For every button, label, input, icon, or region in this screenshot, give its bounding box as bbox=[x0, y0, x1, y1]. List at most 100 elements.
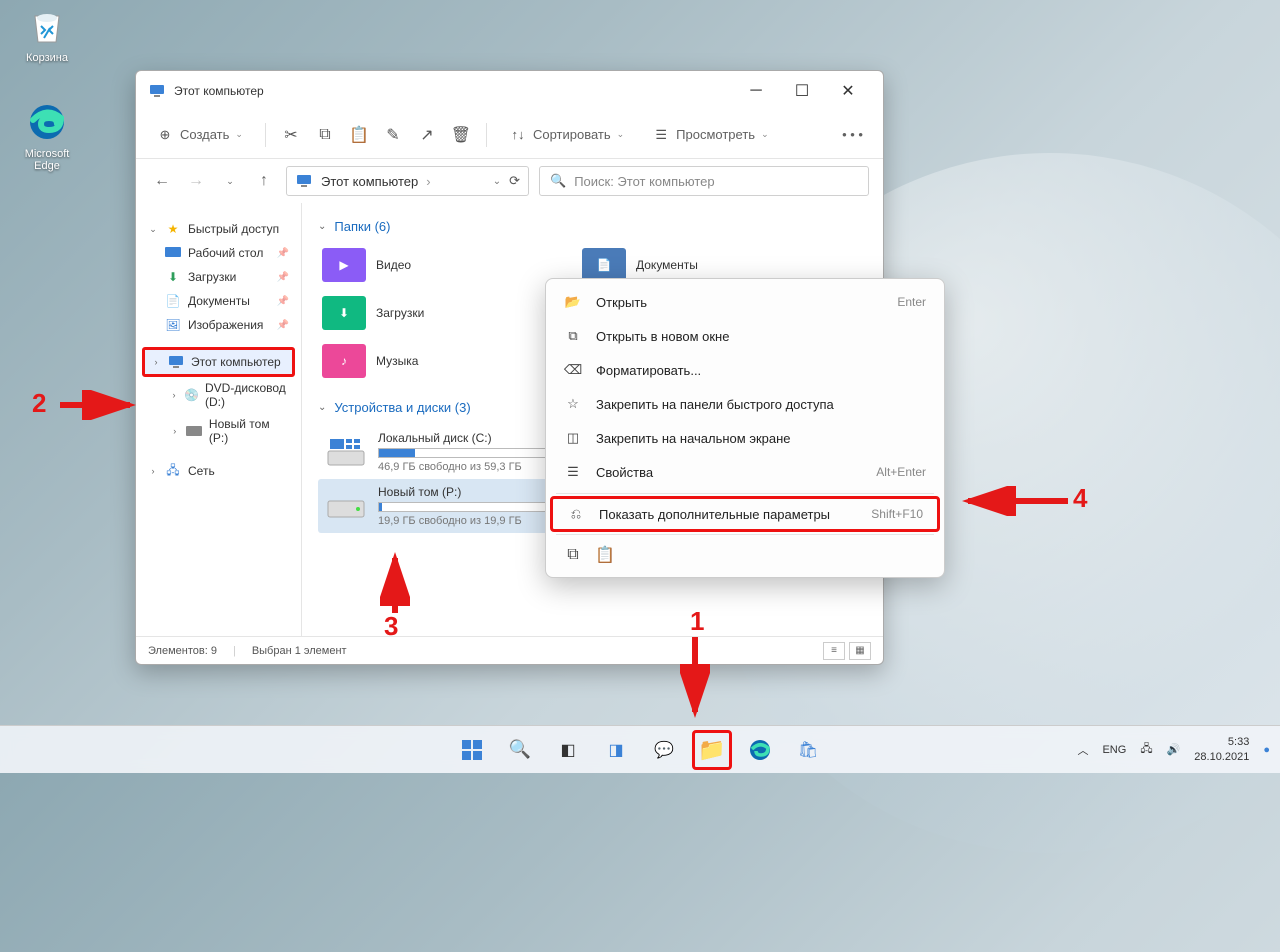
start-button[interactable] bbox=[452, 730, 492, 770]
sidebar-item-dvd[interactable]: › 💿 DVD-дисковод (D:) bbox=[142, 377, 295, 413]
pin-icon: ☆ bbox=[564, 396, 582, 412]
ctx-format[interactable]: ⌫ Форматировать... bbox=[546, 353, 944, 387]
downloads-folder-icon: ⬇ bbox=[322, 296, 366, 330]
more-options-icon: ⎌ bbox=[567, 506, 585, 522]
ctx-open-new-window[interactable]: ⧉ Открыть в новом окне bbox=[546, 319, 944, 353]
create-button[interactable]: ⊕ Создать ⌄ bbox=[150, 122, 249, 148]
sidebar-item-documents[interactable]: 📄 Документы📌 bbox=[142, 289, 295, 313]
annotation-4-number: 4 bbox=[1073, 483, 1087, 514]
annotation-2-arrow bbox=[55, 390, 140, 420]
annotation-1-number: 1 bbox=[690, 606, 704, 637]
share-icon[interactable]: ↗ bbox=[418, 126, 436, 144]
refresh-icon[interactable]: ⟳ bbox=[509, 173, 520, 189]
cut-icon[interactable]: ✂ bbox=[282, 126, 300, 144]
tray-notifications-icon[interactable]: ● bbox=[1263, 744, 1270, 756]
tray-network-icon[interactable]: 🖧 bbox=[1140, 740, 1152, 759]
chevron-down-icon: ⌄ bbox=[148, 224, 158, 235]
videos-folder-icon: ▶ bbox=[322, 248, 366, 282]
sidebar-item-desktop[interactable]: Рабочий стол📌 bbox=[142, 241, 295, 265]
folder-downloads[interactable]: ⬇ Загрузки bbox=[318, 292, 538, 334]
task-view-button[interactable]: ◧ bbox=[548, 730, 588, 770]
address-bar[interactable]: Этот компьютер › ⌄ ⟳ bbox=[286, 166, 529, 196]
pin-icon: 📌 bbox=[277, 320, 289, 331]
paste-icon[interactable]: 📋 bbox=[350, 126, 368, 144]
details-view-button[interactable]: ≡ bbox=[823, 642, 845, 660]
widgets-button[interactable]: ◨ bbox=[596, 730, 636, 770]
drive-p[interactable]: Новый том (P:) 19,9 ГБ свободно из 19,9 … bbox=[318, 479, 558, 533]
forward-button[interactable]: → bbox=[184, 172, 208, 190]
sidebar-item-new-volume[interactable]: › Новый том (P:) bbox=[142, 413, 295, 449]
ctx-separator bbox=[556, 534, 934, 535]
toolbar: ⊕ Создать ⌄ ✂ ⧉ 📋 ✎ ↗ 🗑 ↑↓ Сортировать ⌄… bbox=[136, 111, 883, 159]
drive-icon bbox=[186, 423, 203, 439]
store-taskbar-button[interactable]: 🛍 bbox=[788, 730, 828, 770]
tray-language[interactable]: ENG bbox=[1102, 744, 1126, 756]
plus-circle-icon: ⊕ bbox=[156, 126, 174, 144]
recycle-bin[interactable]: Корзина bbox=[12, 4, 82, 64]
annotation-2-number: 2 bbox=[32, 388, 46, 419]
more-button[interactable]: • • • bbox=[836, 123, 869, 146]
sidebar-item-pictures[interactable]: 🖼 Изображения📌 bbox=[142, 313, 295, 337]
taskbar: 🔍 ◧ ◨ 💬 📁 🛍 ︿ ENG 🖧 🔊 5:33 28.10.2021 ● bbox=[0, 725, 1280, 773]
drive-p-icon bbox=[324, 489, 368, 523]
ctx-pin-quick-access[interactable]: ☆ Закрепить на панели быстрого доступа bbox=[546, 387, 944, 421]
folders-section-header[interactable]: ⌄ Папки (6) bbox=[318, 219, 867, 234]
minimize-button[interactable]: ─ bbox=[733, 76, 779, 106]
sidebar-item-downloads[interactable]: ⬇ Загрузки📌 bbox=[142, 265, 295, 289]
desktop-icon bbox=[164, 245, 182, 261]
sidebar-item-this-pc[interactable]: › Этот компьютер bbox=[142, 347, 295, 377]
recent-button[interactable]: ⌄ bbox=[218, 176, 242, 187]
explorer-taskbar-button[interactable]: 📁 bbox=[692, 730, 732, 770]
tray-clock[interactable]: 5:33 28.10.2021 bbox=[1194, 735, 1249, 764]
chat-icon: 💬 bbox=[654, 740, 674, 760]
titlebar[interactable]: Этот компьютер ─ ☐ ✕ bbox=[136, 71, 883, 111]
search-button[interactable]: 🔍 bbox=[500, 730, 540, 770]
sidebar: ⌄ ★ Быстрый доступ Рабочий стол📌 ⬇ Загру… bbox=[136, 203, 302, 636]
folder-music[interactable]: ♪ Музыка bbox=[318, 340, 538, 382]
folder-videos[interactable]: ▶ Видео bbox=[318, 244, 538, 286]
recycle-bin-label: Корзина bbox=[12, 52, 82, 64]
paste-icon[interactable]: 📋 bbox=[596, 545, 614, 565]
format-icon: ⌫ bbox=[564, 362, 582, 378]
view-icon: ☰ bbox=[652, 126, 670, 144]
sort-button[interactable]: ↑↓ Сортировать ⌄ bbox=[503, 122, 630, 148]
tray-chevron[interactable]: ︿ bbox=[1077, 742, 1088, 758]
rename-icon[interactable]: ✎ bbox=[384, 126, 402, 144]
chevron-down-icon[interactable]: ⌄ bbox=[493, 176, 501, 187]
ctx-show-more-options[interactable]: ⎌ Показать дополнительные параметры Shif… bbox=[550, 496, 940, 532]
tray-volume-icon[interactable]: 🔊 bbox=[1167, 743, 1181, 756]
edge-label: Microsoft Edge bbox=[12, 148, 82, 172]
ctx-properties[interactable]: ☰ Свойства Alt+Enter bbox=[546, 455, 944, 489]
delete-icon[interactable]: 🗑 bbox=[452, 126, 470, 144]
pin-icon: 📌 bbox=[277, 272, 289, 283]
download-icon: ⬇ bbox=[164, 269, 182, 285]
maximize-button[interactable]: ☐ bbox=[779, 76, 825, 106]
up-button[interactable]: ↑ bbox=[252, 172, 276, 190]
drive-c[interactable]: Локальный диск (C:) 46,9 ГБ свободно из … bbox=[318, 425, 558, 479]
store-icon: 🛍 bbox=[798, 740, 818, 760]
tiles-view-button[interactable]: ▦ bbox=[849, 642, 871, 660]
search-placeholder: Поиск: Этот компьютер bbox=[574, 174, 714, 189]
chat-button[interactable]: 💬 bbox=[644, 730, 684, 770]
close-button[interactable]: ✕ bbox=[825, 76, 871, 106]
pin-icon: 📌 bbox=[277, 248, 289, 259]
ctx-pin-start[interactable]: ◫ Закрепить на начальном экране bbox=[546, 421, 944, 455]
view-button[interactable]: ☰ Просмотреть ⌄ bbox=[646, 122, 774, 148]
back-button[interactable]: ← bbox=[150, 172, 174, 190]
copy-icon[interactable]: ⧉ bbox=[316, 126, 334, 144]
edge-taskbar-button[interactable] bbox=[740, 730, 780, 770]
breadcrumb: Этот компьютер bbox=[321, 174, 418, 189]
widgets-icon: ◨ bbox=[608, 740, 623, 760]
chevron-down-icon: ⌄ bbox=[318, 221, 326, 232]
properties-icon: ☰ bbox=[564, 464, 582, 480]
search-input[interactable]: 🔍 Поиск: Этот компьютер bbox=[539, 166, 869, 196]
search-icon: 🔍 bbox=[509, 739, 531, 760]
ctx-open[interactable]: 📂 Открыть Enter bbox=[546, 285, 944, 319]
edge-shortcut[interactable]: Microsoft Edge bbox=[12, 100, 82, 172]
sidebar-item-quick-access[interactable]: ⌄ ★ Быстрый доступ bbox=[142, 217, 295, 241]
copy-icon[interactable]: ⧉ bbox=[564, 545, 582, 565]
sidebar-item-network[interactable]: › 🖧 Сеть bbox=[142, 459, 295, 483]
status-selected: Выбран 1 элемент bbox=[252, 645, 347, 657]
sort-icon: ↑↓ bbox=[509, 126, 527, 144]
chevron-down-icon: ⌄ bbox=[318, 402, 326, 413]
